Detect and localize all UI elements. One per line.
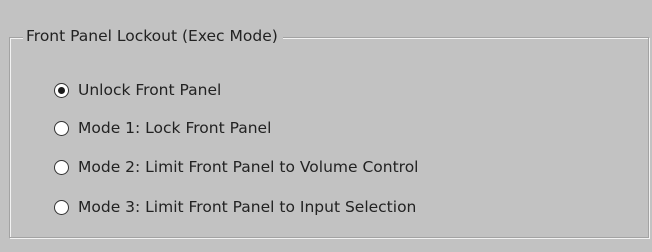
- radio-label[interactable]: Mode 3: Limit Front Panel to Input Selec…: [78, 195, 416, 219]
- radio-mode-2-limit-volume-control[interactable]: Mode 2: Limit Front Panel to Volume Cont…: [54, 155, 419, 179]
- radio-button[interactable]: [54, 199, 69, 215]
- radio-label[interactable]: Mode 1: Lock Front Panel: [78, 116, 271, 140]
- group-title: Front Panel Lockout (Exec Mode): [23, 24, 283, 48]
- radio-mode-3-limit-input-selection[interactable]: Mode 3: Limit Front Panel to Input Selec…: [54, 195, 416, 219]
- radio-button[interactable]: [54, 159, 69, 175]
- radio-unlock-front-panel[interactable]: Unlock Front Panel: [54, 78, 221, 102]
- radio-button[interactable]: [54, 120, 69, 136]
- radio-label[interactable]: Unlock Front Panel: [78, 78, 221, 102]
- radio-button[interactable]: [54, 82, 69, 98]
- radio-selected-dot: [58, 86, 65, 94]
- radio-label[interactable]: Mode 2: Limit Front Panel to Volume Cont…: [78, 155, 419, 179]
- radio-mode-1-lock-front-panel[interactable]: Mode 1: Lock Front Panel: [54, 116, 271, 140]
